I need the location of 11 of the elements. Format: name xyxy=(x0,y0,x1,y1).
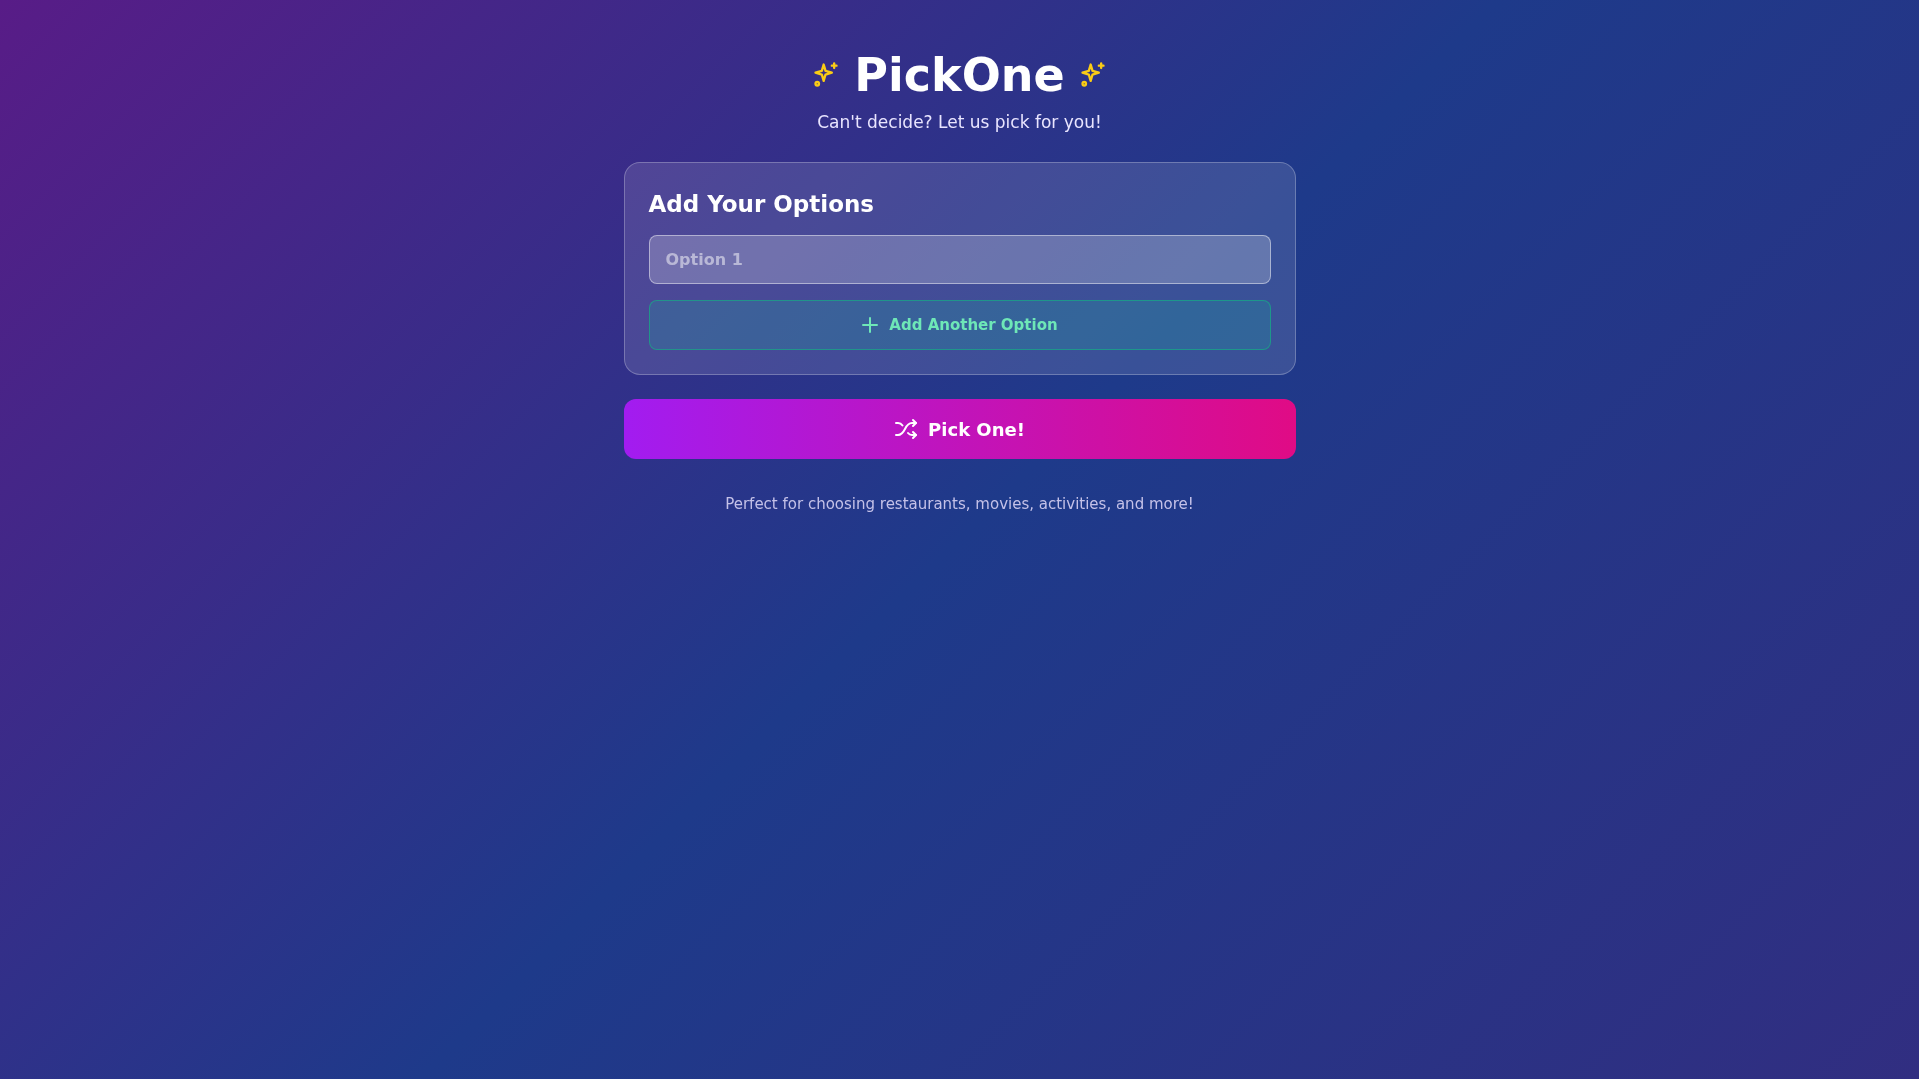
option-field[interactable]: Option 1 xyxy=(648,235,1271,284)
footer-text: Perfect for choosing restaurants, movies, activities, and more! xyxy=(725,495,1194,513)
shuffle-icon xyxy=(894,417,919,441)
sparkle-icon xyxy=(812,61,841,89)
sparkle-icon xyxy=(1078,61,1107,89)
card-heading: Add Your Options xyxy=(648,190,876,219)
add-option-button[interactable]: Add Another Option xyxy=(648,300,1271,350)
pick-button[interactable]: Pick One! xyxy=(623,399,1296,459)
app-title: PickOne xyxy=(854,48,1065,102)
subtitle: Can't decide? Let us pick for you! xyxy=(817,112,1102,132)
plus-icon xyxy=(861,316,880,334)
